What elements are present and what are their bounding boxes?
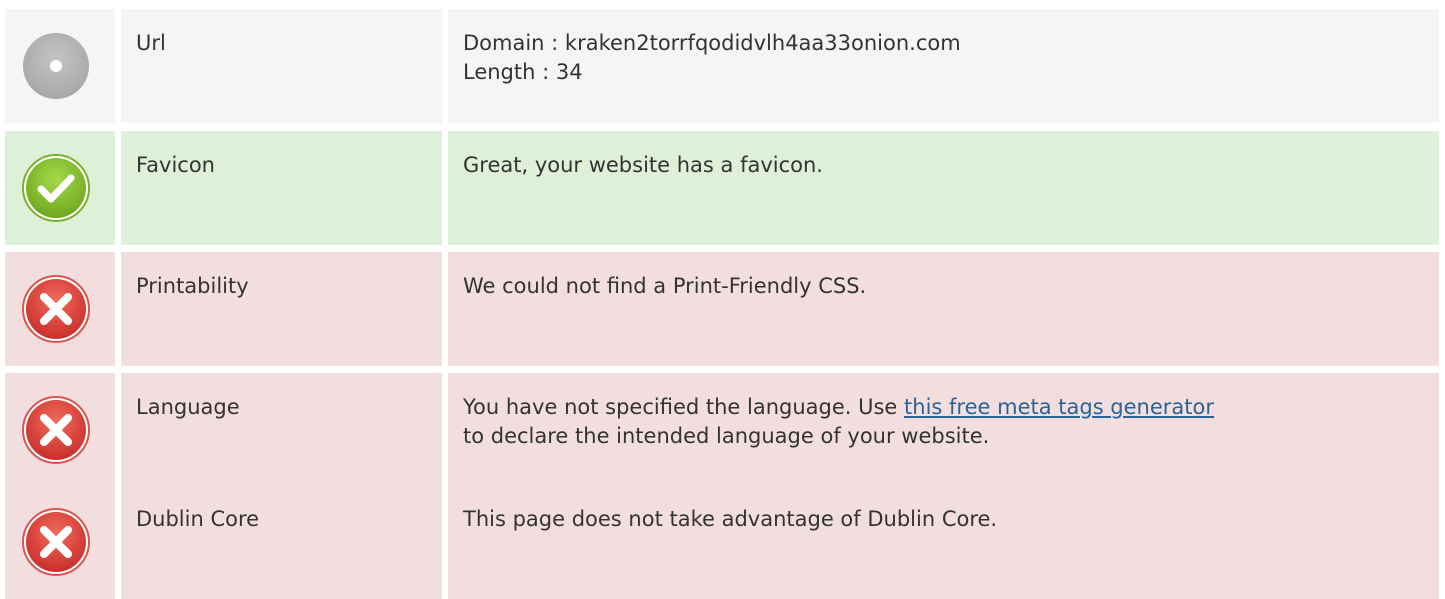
language-text-after: to declare the intended language of your… xyxy=(463,424,990,448)
meta-tags-generator-link[interactable]: this free meta tags generator xyxy=(904,395,1214,419)
row-value: This page does not take advantage of Dub… xyxy=(448,485,1439,599)
row-value: We could not find a Print-Friendly CSS. xyxy=(448,252,1439,366)
domain-text: Domain : kraken2torrfqodidvlh4aa33onion.… xyxy=(463,31,961,55)
row-label: Favicon xyxy=(121,131,442,245)
report-row-favicon: Favicon Great, your website has a favico… xyxy=(5,131,1439,245)
report-row-printability: Printability We could not find a Print-F… xyxy=(5,252,1439,366)
language-text-before: You have not specified the language. Use xyxy=(463,395,905,419)
row-value: You have not specified the language. Use… xyxy=(448,373,1439,487)
status-cell xyxy=(5,373,115,487)
status-cell xyxy=(5,9,115,123)
row-label: Printability xyxy=(121,252,442,366)
row-label: Url xyxy=(121,9,442,123)
row-value: Domain : kraken2torrfqodidvlh4aa33onion.… xyxy=(448,9,1439,123)
length-text: Length : 34 xyxy=(463,60,583,84)
neutral-dot-icon xyxy=(23,33,89,99)
check-icon xyxy=(22,154,90,222)
row-label: Dublin Core xyxy=(121,485,442,599)
status-cell xyxy=(5,485,115,599)
row-label: Language xyxy=(121,373,442,487)
error-x-icon xyxy=(22,508,90,576)
status-cell xyxy=(5,131,115,245)
status-cell xyxy=(5,252,115,366)
row-value: Great, your website has a favicon. xyxy=(448,131,1439,245)
report-row-dublin-core: Dublin Core This page does not take adva… xyxy=(5,485,1439,599)
error-x-icon xyxy=(22,396,90,464)
error-x-icon xyxy=(22,275,90,343)
seo-report-table: Url Domain : kraken2torrfqodidvlh4aa33on… xyxy=(0,0,1445,599)
report-row-url: Url Domain : kraken2torrfqodidvlh4aa33on… xyxy=(5,9,1439,123)
report-row-language: Language You have not specified the lang… xyxy=(5,373,1439,487)
